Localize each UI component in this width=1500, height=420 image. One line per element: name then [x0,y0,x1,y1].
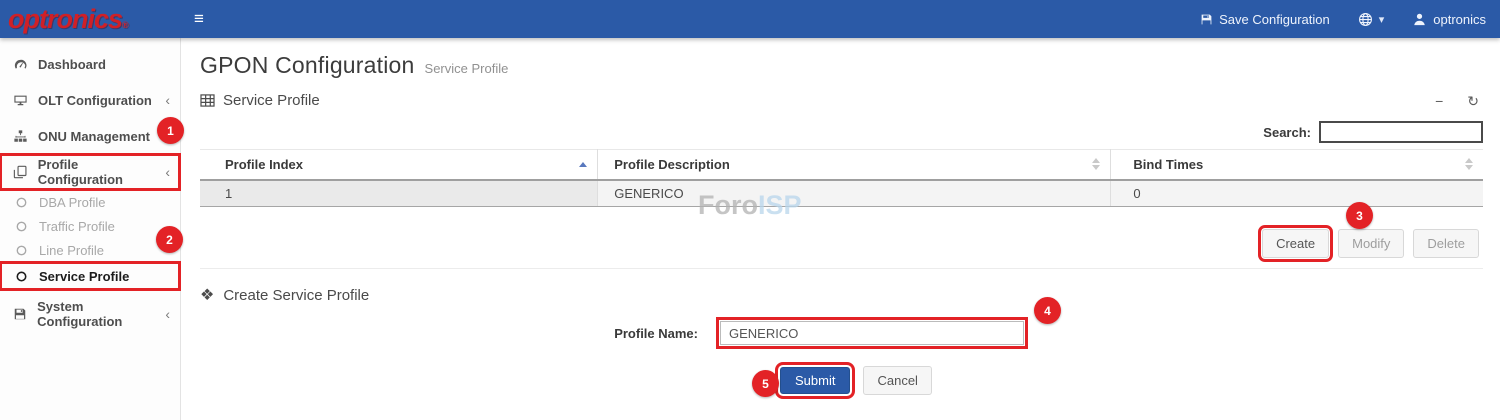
modify-button[interactable]: Modify [1338,229,1404,258]
table-row[interactable]: 1 GENERICO 0 [200,180,1483,207]
step-badge-4: 4 [1034,297,1061,324]
section-divider [200,268,1483,269]
sidebar-item-system-configuration[interactable]: System Configuration ‹ [0,296,180,332]
service-profile-table: Profile Index Profile Description Bind T… [200,149,1483,207]
step-badge-3: 3 [1346,202,1373,229]
sidebar-item-label: Service Profile [39,269,129,284]
column-header-profile-index[interactable]: Profile Index [200,150,598,180]
sidebar-item-dba-profile[interactable]: DBA Profile [0,190,180,214]
column-label: Profile Description [614,157,730,172]
user-menu[interactable]: optronics [1412,12,1486,27]
sidebar-item-onu-management[interactable]: ONU Management ‹ [0,118,180,154]
page-title: GPON Configuration [200,52,415,79]
page-subtitle: Service Profile [425,61,509,76]
column-label: Profile Index [225,157,303,172]
panel-title: Service Profile [223,92,320,109]
chevron-left-icon: ‹ [165,306,170,322]
search-input[interactable] [1319,121,1483,143]
column-label: Bind Times [1133,157,1203,172]
step-badge-2: 2 [156,226,183,253]
save-icon [1200,13,1213,26]
search-label: Search: [1263,125,1311,140]
sidebar-item-label: System Configuration [37,299,165,329]
create-button[interactable]: Create [1262,229,1329,258]
sort-asc-icon [579,162,587,167]
sidebar-item-label: Line Profile [39,243,104,258]
profile-name-input[interactable] [720,321,1024,345]
column-header-profile-description[interactable]: Profile Description [598,150,1111,180]
refresh-panel-icon[interactable]: ↻ [1467,94,1479,108]
sidebar-item-label: Dashboard [38,57,106,72]
brand-text: optronics [8,4,122,34]
language-dropdown[interactable]: ▾ [1358,12,1385,27]
step-badge-5: 5 [752,370,779,397]
dashboard-icon [12,57,29,72]
sidebar-item-label: Profile Configuration [38,157,166,187]
floppy-icon [12,307,28,321]
sidebar-item-label: OLT Configuration [38,93,152,108]
collapse-panel-icon[interactable]: − [1435,94,1443,108]
desktop-icon [12,93,29,107]
sidebar-item-label: DBA Profile [39,195,105,210]
form-actions: Submit Cancel [200,366,1483,395]
chevron-left-icon: ‹ [165,164,170,180]
sidebar-item-olt-configuration[interactable]: OLT Configuration ‹ [0,82,180,118]
column-header-bind-times[interactable]: Bind Times [1111,150,1483,180]
save-configuration-label: Save Configuration [1219,12,1330,27]
sidebar-item-label: ONU Management [38,129,150,144]
chevron-left-icon: ‹ [165,92,170,108]
cancel-button[interactable]: Cancel [863,366,931,395]
registered-mark: ® [122,20,128,30]
sidebar-item-dashboard[interactable]: Dashboard [0,46,180,82]
sitemap-icon [12,129,29,143]
sidebar-item-label: Traffic Profile [39,219,115,234]
globe-icon [1358,12,1373,27]
cell-profile-index: 1 [200,180,598,207]
sidebar-item-service-profile[interactable]: Service Profile [0,262,180,290]
profile-name-row: Profile Name: [200,321,1483,345]
hamburger-icon[interactable]: ≡ [194,9,204,29]
create-section-title: Create Service Profile [223,287,369,304]
table-actions: Create Modify Delete [200,229,1483,258]
caret-down-icon: ▾ [1379,13,1385,26]
circle-icon [14,271,29,282]
table-icon [200,94,215,107]
brand-logo[interactable]: optronics® [0,0,181,38]
circle-icon [14,221,29,232]
delete-button[interactable]: Delete [1413,229,1479,258]
page-header: GPON Configuration Service Profile [200,38,1483,79]
sidebar: Dashboard OLT Configuration ‹ ONU Manage… [0,38,181,420]
circle-icon [14,245,29,256]
profile-name-label: Profile Name: [200,326,720,341]
create-service-profile-header: ❖ Create Service Profile [200,285,1483,305]
user-icon [1412,12,1427,27]
sidebar-item-traffic-profile[interactable]: Traffic Profile [0,214,180,238]
submit-button[interactable]: Submit [780,367,850,394]
cubes-icon: ❖ [200,285,214,305]
service-profile-panel-header: Service Profile − ↻ [200,92,1483,109]
username-label: optronics [1433,12,1486,27]
copy-icon [12,165,29,179]
circle-icon [14,197,29,208]
top-navbar: optronics® ≡ Save Configuration ▾ optron… [0,0,1500,38]
sort-both-icon [1092,158,1100,170]
sidebar-item-profile-configuration[interactable]: Profile Configuration ‹ [0,154,180,190]
sidebar-item-line-profile[interactable]: Line Profile [0,238,180,262]
step-badge-1: 1 [157,117,184,144]
cell-profile-description: GENERICO [598,180,1111,207]
search-row: Search: [200,121,1483,143]
cell-bind-times: 0 [1111,180,1483,207]
main-content: GPON Configuration Service Profile Servi… [181,38,1500,420]
sort-both-icon [1465,158,1473,170]
save-configuration-button[interactable]: Save Configuration [1200,12,1330,27]
